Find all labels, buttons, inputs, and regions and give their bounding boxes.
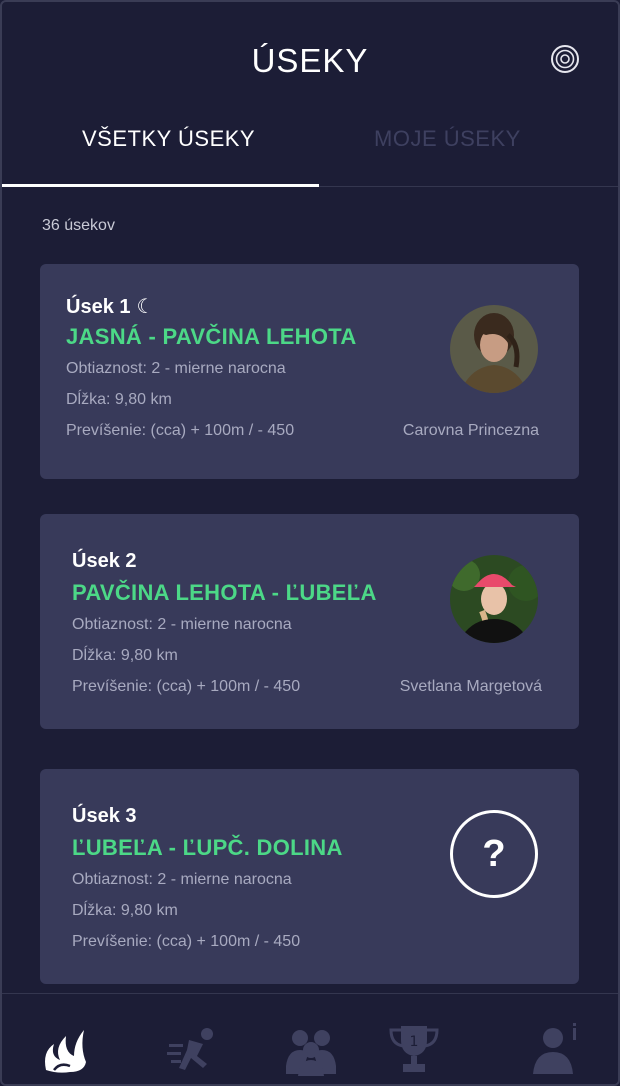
header: ÚSEKY — [2, 2, 618, 112]
section-card[interactable]: Úsek 3 ĽUBEĽA - ĽUPČ. DOLINA Obtiaznost:… — [40, 769, 579, 984]
runner-name: Svetlana Margetová — [399, 678, 542, 695]
tab-all-sections[interactable]: VŠETKY ÚSEKY — [82, 126, 255, 152]
section-route: ĽUBEĽA - ĽUPČ. DOLINA — [72, 835, 343, 860]
section-number: Úsek 3 — [72, 805, 137, 827]
section-difficulty: Obtiaznost: 2 - mierne narocna — [72, 871, 292, 888]
section-number: Úsek 1 ☾ — [66, 294, 154, 319]
section-difficulty: Obtiaznost: 2 - mierne narocna — [66, 360, 286, 377]
section-elevation: Prevíšenie: (cca) + 100m / - 450 — [72, 933, 301, 950]
runner-icon[interactable] — [167, 1022, 221, 1076]
section-elevation: Prevíšenie: (cca) + 100m / - 450 — [72, 678, 301, 695]
section-route: PAVČINA LEHOTA - ĽUBEĽA — [72, 580, 377, 605]
section-difficulty: Obtiaznost: 2 - mierne narocna — [72, 616, 292, 633]
bottom-navigation: 1 — [2, 993, 618, 1084]
logo-icon[interactable] — [40, 1022, 94, 1076]
page-title: ÚSEKY — [251, 42, 369, 79]
section-count: 36 úsekov — [42, 217, 115, 234]
active-tab-indicator — [2, 184, 319, 187]
section-length: Dĺžka: 9,80 km — [72, 902, 178, 919]
section-card[interactable]: Úsek 1 ☾ JASNÁ - PAVČINA LEHOTA Obtiaznos… — [40, 264, 579, 479]
trophy-icon[interactable]: 1 — [387, 1022, 441, 1076]
section-label: Úsek 1 — [66, 296, 131, 318]
tab-bar: VŠETKY ÚSEKY MOJE ÚSEKY — [2, 112, 618, 187]
section-elevation: Prevíšenie: (cca) + 100m / - 450 — [66, 422, 295, 439]
moon-icon: ☾ — [136, 296, 155, 318]
svg-text:1: 1 — [410, 1034, 419, 1050]
team-icon[interactable] — [284, 1022, 338, 1076]
section-route: JASNÁ - PAVČINA LEHOTA — [66, 324, 357, 349]
section-card[interactable]: Úsek 2 PAVČINA LEHOTA - ĽUBEĽA Obtiaznos… — [40, 514, 579, 729]
unassigned-runner-placeholder[interactable]: ? — [450, 810, 538, 898]
app-screen: ÚSEKY VŠETKY ÚSEKY MOJE ÚSEKY 36 úsekov … — [0, 0, 620, 1086]
section-length: Dĺžka: 9,80 km — [66, 391, 172, 408]
tab-my-sections[interactable]: MOJE ÚSEKY — [374, 126, 521, 152]
settings-icon[interactable] — [550, 44, 580, 74]
runner-avatar[interactable] — [450, 555, 538, 643]
runner-name: Carovna Princezna — [402, 422, 539, 439]
section-number: Úsek 2 — [72, 550, 137, 572]
section-length: Dĺžka: 9,80 km — [72, 647, 178, 664]
runner-avatar[interactable] — [450, 305, 538, 393]
profile-info-icon[interactable] — [529, 1022, 583, 1076]
